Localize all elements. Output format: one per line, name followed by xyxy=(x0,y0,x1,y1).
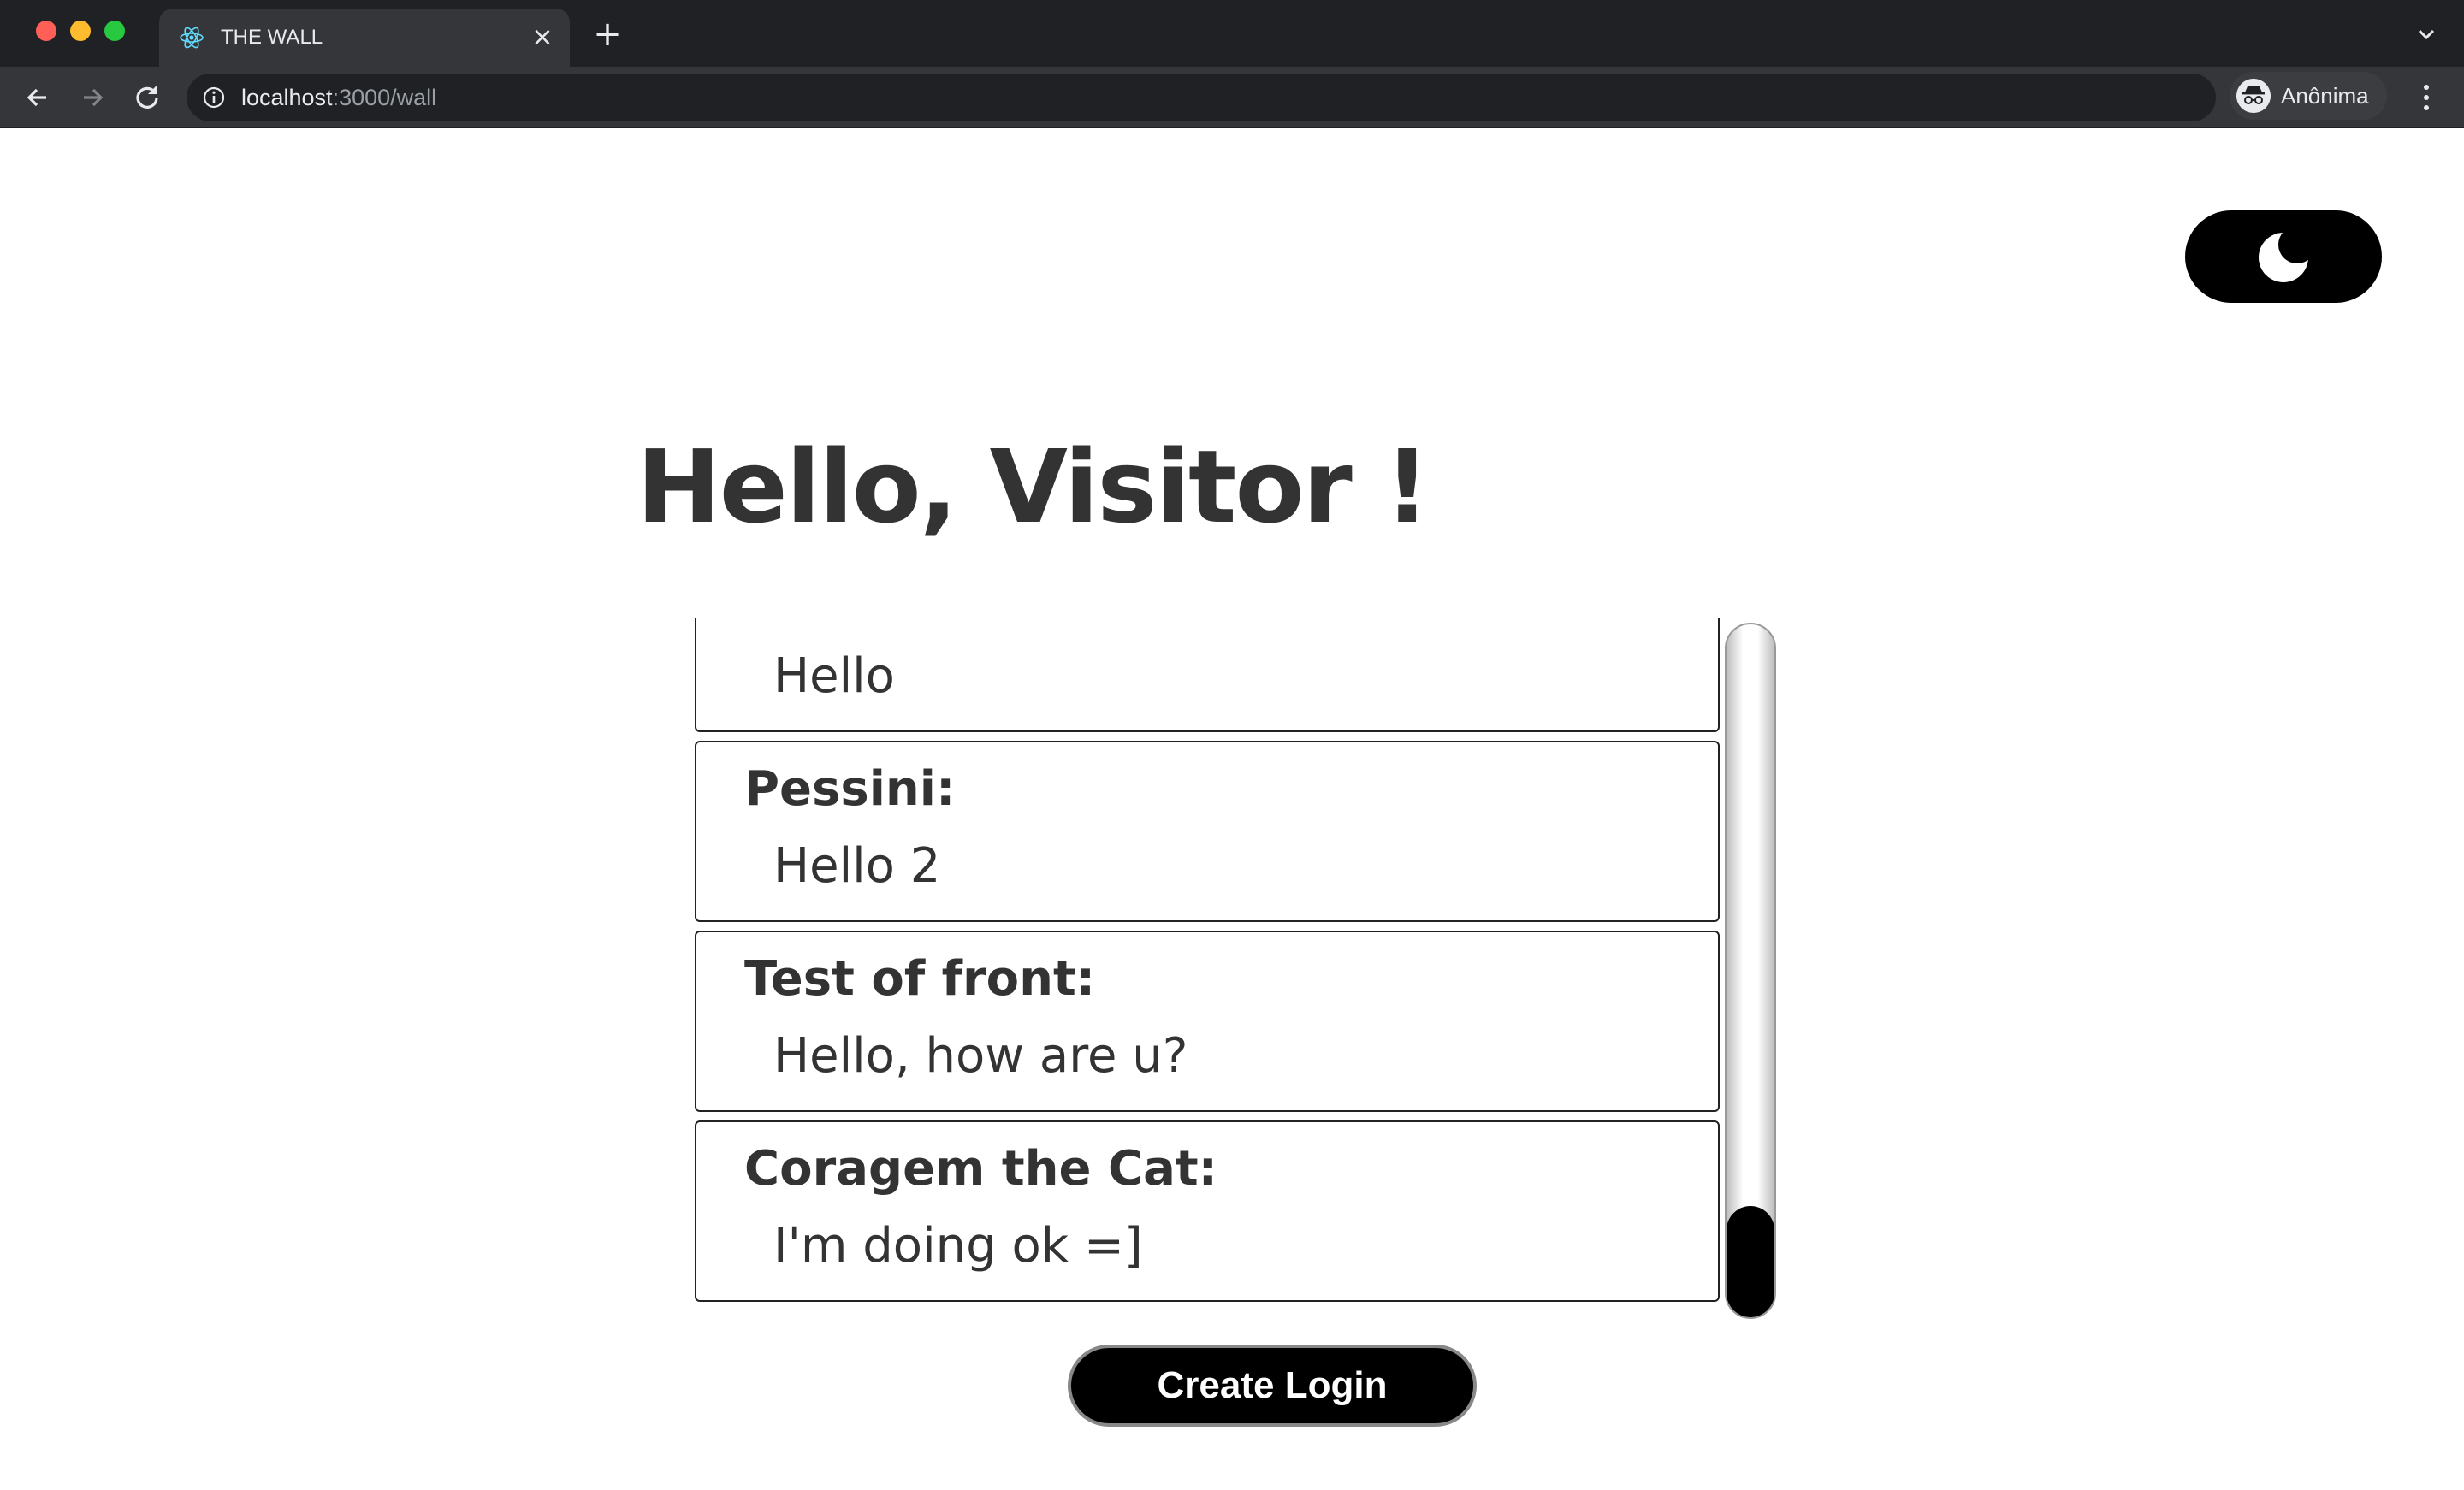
url-text[interactable]: localhost:3000/wall xyxy=(241,74,436,121)
address-bar[interactable]: localhost:3000/wall xyxy=(187,74,2381,121)
create-login-button[interactable]: Create Login xyxy=(1068,1345,1477,1427)
post-author: Pessini: xyxy=(744,761,956,817)
wall-scrollbar[interactable] xyxy=(1725,623,1776,1319)
post-author: Pessini: xyxy=(744,618,955,627)
more-menu-icon[interactable] xyxy=(2414,79,2438,116)
post-card: Pessini: Hello xyxy=(695,618,1720,732)
url-host: localhost xyxy=(241,85,333,110)
post-message: Hello 2 xyxy=(773,838,941,894)
back-arrow-icon[interactable] xyxy=(19,79,56,116)
message-wall[interactable]: Pessini: Hello Pessini: Hello 2 Test of … xyxy=(695,618,1720,1310)
post-author: Coragem the Cat: xyxy=(744,1141,1218,1197)
post-message: Hello, how are u? xyxy=(773,1028,1188,1084)
page-content: Hello, Visitor ! Pessini: Hello Pessini:… xyxy=(0,128,2464,1490)
new-tab-button[interactable]: + xyxy=(589,15,626,53)
post-author: Test of front: xyxy=(744,951,1096,1007)
url-path: :3000/wall xyxy=(332,85,437,110)
post-card: Coragem the Cat: I'm doing ok =] xyxy=(695,1120,1720,1302)
post-message: Hello xyxy=(773,648,895,704)
tab-title: THE WALL xyxy=(221,26,323,49)
profile-button[interactable]: Anônima xyxy=(2230,72,2387,120)
minimize-window-button[interactable] xyxy=(70,21,91,41)
incognito-icon xyxy=(2236,79,2271,113)
post-card: Test of front: Hello, how are u? xyxy=(695,931,1720,1112)
profile-label: Anônima xyxy=(2281,83,2369,109)
post-card: Pessini: Hello 2 xyxy=(695,741,1720,922)
forward-arrow-icon[interactable] xyxy=(74,79,111,116)
scrollbar-thumb[interactable] xyxy=(1727,1206,1774,1317)
theme-toggle-button[interactable] xyxy=(2185,210,2382,303)
post-message: I'm doing ok =] xyxy=(773,1218,1143,1274)
reload-icon[interactable] xyxy=(128,79,166,116)
browser-toolbar: localhost:3000/wall Anônima xyxy=(0,67,2464,128)
chevron-down-icon[interactable] xyxy=(2411,19,2442,50)
maximize-window-button[interactable] xyxy=(104,21,125,41)
moon-icon xyxy=(2259,231,2310,282)
info-icon[interactable] xyxy=(202,86,226,109)
browser-tab-strip: THE WALL × + xyxy=(0,0,2464,67)
close-window-button[interactable] xyxy=(36,21,56,41)
page-title: Hello, Visitor ! xyxy=(637,428,1430,546)
tab-close-icon[interactable]: × xyxy=(529,24,556,51)
react-logo-icon xyxy=(180,27,204,49)
browser-tab[interactable]: THE WALL × xyxy=(159,9,570,67)
